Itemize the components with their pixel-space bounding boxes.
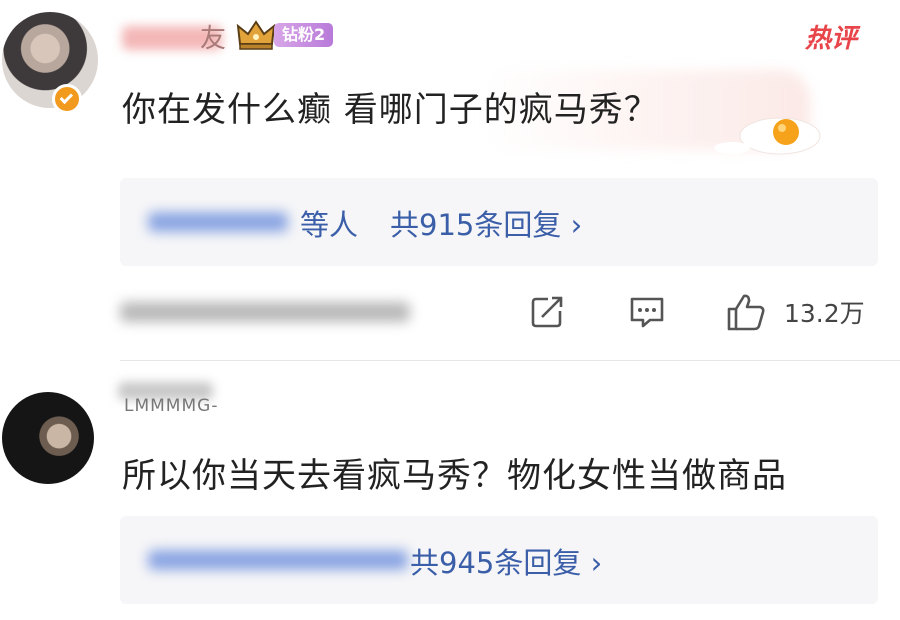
username[interactable]: 友: [200, 18, 226, 55]
like-button[interactable]: 13.2万: [726, 292, 865, 332]
fried-egg-icon: [714, 117, 821, 155]
reply-names-blurred: [148, 212, 288, 232]
username[interactable]: LMMMMG-: [124, 396, 218, 416]
reply-names-blurred: [148, 550, 408, 570]
reply-summary[interactable]: 共945条回复 ›: [120, 516, 878, 604]
reply-count-link[interactable]: 共915条回复 ›: [390, 202, 582, 244]
thumbs-up-icon: [727, 294, 765, 331]
hot-comment-label: 热评: [805, 24, 858, 54]
fan-level-badge: 钻粉2: [274, 23, 334, 47]
comment-text: 你在发什么癫 看哪门子的疯马秀？: [122, 90, 659, 130]
divider: [120, 360, 900, 361]
share-icon: [531, 296, 563, 328]
share-button[interactable]: [528, 292, 566, 332]
comment-item: 友 钻粉2 热评 你在发什么癫 看哪门子的疯马秀？ 等人 共915条回复 › 1…: [0, 0, 900, 365]
like-count: 13.2万: [784, 299, 865, 328]
comment-button[interactable]: [628, 292, 666, 332]
avatar[interactable]: [2, 12, 98, 108]
avatar[interactable]: [2, 392, 94, 484]
verified-icon: [52, 84, 82, 114]
reply-names[interactable]: 等人: [300, 202, 358, 244]
reply-summary[interactable]: 等人 共915条回复 ›: [120, 178, 878, 266]
crown-icon: [236, 20, 276, 50]
comment-meta-blurred: [120, 302, 410, 322]
reply-count-link[interactable]: 共945条回复 ›: [410, 540, 602, 582]
comment-icon: [630, 297, 664, 328]
comment-text: 所以你当天去看疯马秀？物化女性当做商品: [122, 456, 787, 496]
